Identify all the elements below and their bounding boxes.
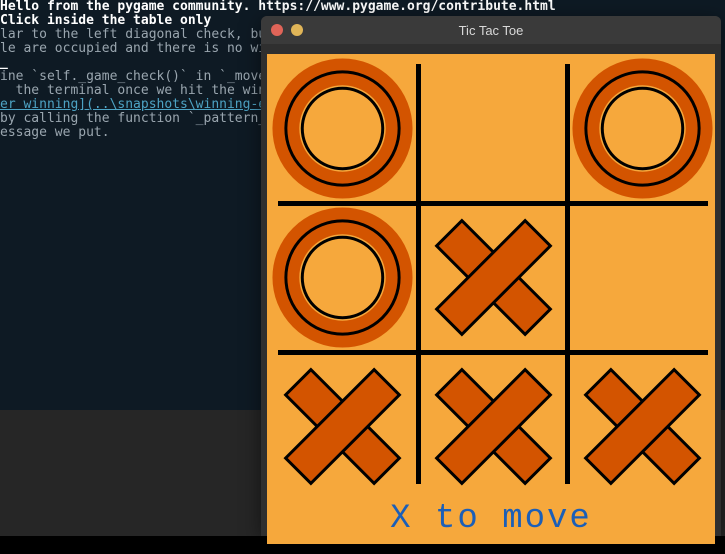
cell-1-2[interactable] — [568, 203, 717, 352]
terminal-line: Hello from the pygame community. https:/… — [0, 0, 725, 14]
cell-2-2[interactable] — [568, 352, 717, 501]
close-icon[interactable] — [271, 24, 283, 36]
desktop: Hello from the pygame community. https:/… — [0, 0, 725, 554]
status-text: X to move — [267, 500, 715, 538]
game-canvas: X to move — [267, 54, 715, 544]
window-title: Tic Tac Toe — [261, 23, 721, 38]
cell-1-1[interactable] — [419, 203, 568, 352]
titlebar[interactable]: Tic Tac Toe — [261, 16, 721, 44]
cell-0-1[interactable] — [419, 54, 568, 203]
cell-0-0[interactable] — [268, 54, 417, 203]
cell-0-2[interactable] — [568, 54, 717, 203]
game-window: Tic Tac Toe X to move — [261, 16, 721, 536]
cell-2-0[interactable] — [268, 352, 417, 501]
cell-1-0[interactable] — [268, 203, 417, 352]
minimize-icon[interactable] — [291, 24, 303, 36]
cell-2-1[interactable] — [419, 352, 568, 501]
